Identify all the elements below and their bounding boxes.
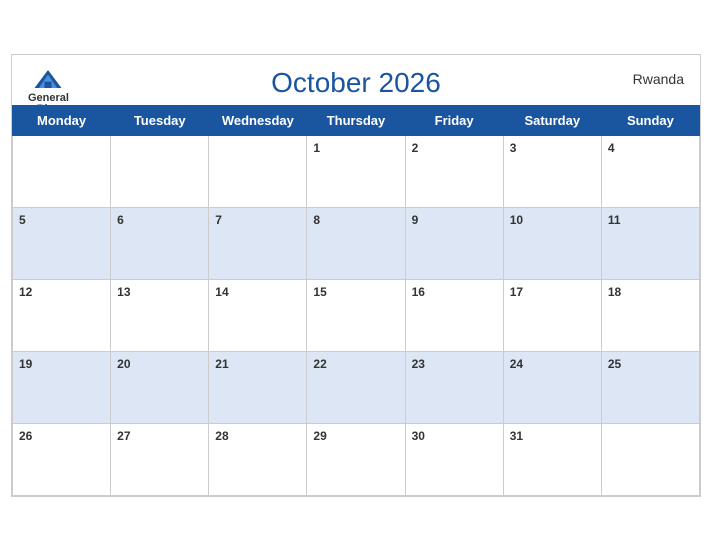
calendar-day-cell: 19: [13, 351, 111, 423]
calendar-day-cell: 10: [503, 207, 601, 279]
day-number: 20: [117, 357, 130, 371]
day-number: 29: [313, 429, 326, 443]
logo-blue: Blue: [37, 104, 61, 115]
day-number: 27: [117, 429, 130, 443]
calendar-day-cell: 15: [307, 279, 405, 351]
calendar-day-cell: 1: [307, 135, 405, 207]
header-friday: Friday: [405, 105, 503, 135]
day-number: 17: [510, 285, 523, 299]
day-number: 10: [510, 213, 523, 227]
calendar-week-row: 12 13 14 15 16 17 18: [13, 279, 700, 351]
calendar-day-cell: 12: [13, 279, 111, 351]
calendar-day-cell: 3: [503, 135, 601, 207]
day-number: 16: [412, 285, 425, 299]
calendar-week-row: 19 20 21 22 23 24 25: [13, 351, 700, 423]
day-number: 15: [313, 285, 326, 299]
day-number: 14: [215, 285, 228, 299]
calendar-week-row: 1 2 3 4: [13, 135, 700, 207]
calendar-day-cell: 4: [601, 135, 699, 207]
day-number: 25: [608, 357, 621, 371]
day-number: 19: [19, 357, 32, 371]
calendar-day-cell: 11: [601, 207, 699, 279]
day-number: 5: [19, 213, 26, 227]
calendar-week-row: 5 6 7 8 9 10 11: [13, 207, 700, 279]
calendar-day-cell: 25: [601, 351, 699, 423]
header-sunday: Sunday: [601, 105, 699, 135]
calendar-day-cell: 8: [307, 207, 405, 279]
calendar-day-cell: 2: [405, 135, 503, 207]
day-number: 2: [412, 141, 419, 155]
calendar-day-cell: [209, 135, 307, 207]
calendar-day-cell: 7: [209, 207, 307, 279]
day-number: 8: [313, 213, 320, 227]
day-number: 11: [608, 213, 621, 227]
calendar-day-cell: 29: [307, 423, 405, 495]
calendar-day-cell: 6: [111, 207, 209, 279]
calendar-day-cell: 21: [209, 351, 307, 423]
day-number: 26: [19, 429, 32, 443]
calendar: General Blue October 2026 Rwanda Monday …: [11, 54, 701, 497]
country-label: Rwanda: [633, 71, 684, 87]
logo-general: General: [28, 93, 69, 104]
calendar-day-cell: 18: [601, 279, 699, 351]
header-thursday: Thursday: [307, 105, 405, 135]
calendar-day-cell: 5: [13, 207, 111, 279]
day-number: 31: [510, 429, 523, 443]
calendar-table: Monday Tuesday Wednesday Thursday Friday…: [12, 105, 700, 496]
header-saturday: Saturday: [503, 105, 601, 135]
header-tuesday: Tuesday: [111, 105, 209, 135]
day-number: 12: [19, 285, 32, 299]
calendar-day-cell: 14: [209, 279, 307, 351]
day-number: 6: [117, 213, 124, 227]
day-number: 4: [608, 141, 615, 155]
calendar-header: General Blue October 2026 Rwanda: [12, 55, 700, 105]
calendar-day-cell: [601, 423, 699, 495]
calendar-day-cell: 17: [503, 279, 601, 351]
day-number: 30: [412, 429, 425, 443]
calendar-day-cell: 13: [111, 279, 209, 351]
calendar-week-row: 26 27 28 29 30 31: [13, 423, 700, 495]
day-number: 1: [313, 141, 320, 155]
calendar-day-cell: 16: [405, 279, 503, 351]
calendar-day-cell: 27: [111, 423, 209, 495]
calendar-day-cell: [13, 135, 111, 207]
calendar-day-cell: 30: [405, 423, 503, 495]
calendar-day-cell: 9: [405, 207, 503, 279]
day-number: 24: [510, 357, 523, 371]
calendar-day-cell: 22: [307, 351, 405, 423]
day-number: 18: [608, 285, 621, 299]
weekday-header-row: Monday Tuesday Wednesday Thursday Friday…: [13, 105, 700, 135]
day-number: 3: [510, 141, 517, 155]
day-number: 13: [117, 285, 130, 299]
calendar-day-cell: 28: [209, 423, 307, 495]
day-number: 21: [215, 357, 228, 371]
calendar-day-cell: 20: [111, 351, 209, 423]
calendar-day-cell: 24: [503, 351, 601, 423]
month-title: October 2026: [271, 67, 441, 99]
day-number: 23: [412, 357, 425, 371]
calendar-day-cell: 23: [405, 351, 503, 423]
calendar-day-cell: 31: [503, 423, 601, 495]
header-wednesday: Wednesday: [209, 105, 307, 135]
day-number: 9: [412, 213, 419, 227]
day-number: 7: [215, 213, 222, 227]
logo: General Blue: [28, 65, 69, 115]
day-number: 28: [215, 429, 228, 443]
logo-icon: [30, 65, 66, 93]
day-number: 22: [313, 357, 326, 371]
calendar-day-cell: [111, 135, 209, 207]
calendar-day-cell: 26: [13, 423, 111, 495]
